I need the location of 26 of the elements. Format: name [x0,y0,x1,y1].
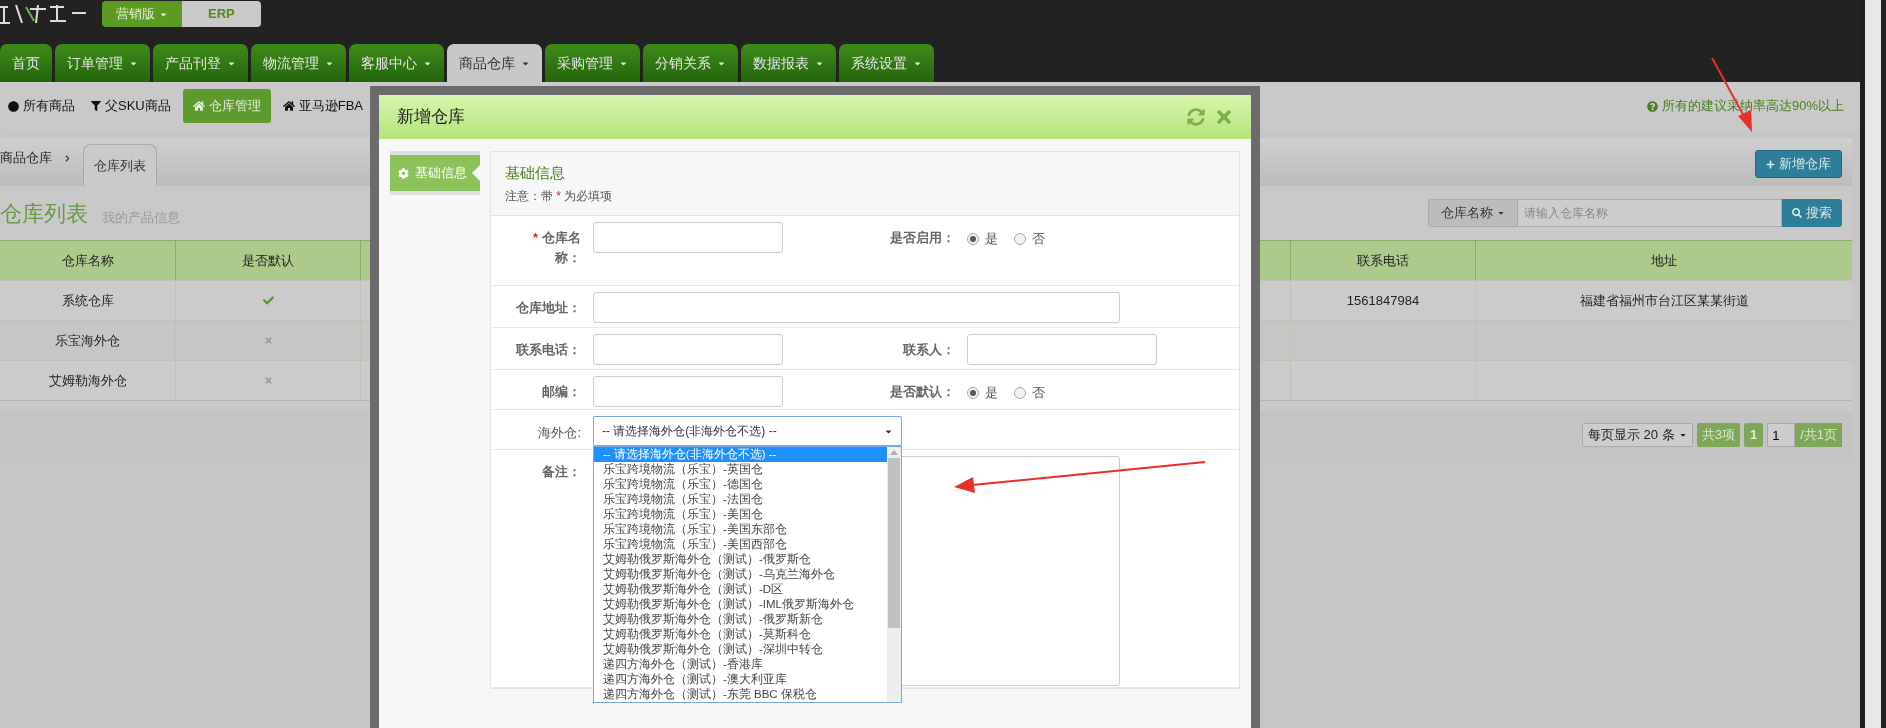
column-header: 地址 [1475,240,1852,280]
page-title: 仓库列表 [0,199,88,228]
field-label: 是否启用： [890,229,955,247]
radio-label: 是 [985,384,998,402]
field-label: 联系电话： [516,341,581,359]
radio-label: 是 [985,230,998,248]
column-header: 仓库名称 [0,240,175,280]
radio-label: 否 [1032,384,1045,402]
field-label: 联系人： [903,341,955,359]
required-note: 注意：带 * 为必填项 [505,187,614,205]
dialog-title: 新增仓库 [397,106,465,129]
field-label: 是否默认： [890,383,955,401]
table-cell: 福建省福州市台江区某某街道 [1475,280,1852,320]
field-label: 仓库地址： [516,299,581,317]
page-count: /共1页 [1795,423,1842,447]
field-label: 备注： [542,463,581,481]
radio-label: 否 [1032,230,1045,248]
column-header: 联系电话 [1290,240,1475,280]
total-count: 共3项 [1696,423,1740,447]
section-title: 基础信息 [505,163,566,183]
field-label: 海外仓: [538,424,581,442]
product-badge: ERP [182,1,261,27]
table-cell: 1561847984 [1290,280,1475,320]
field-label: * 仓库名称： [531,229,581,267]
column-header: 是否默认 [175,240,360,280]
field-label: 邮编： [542,383,581,401]
